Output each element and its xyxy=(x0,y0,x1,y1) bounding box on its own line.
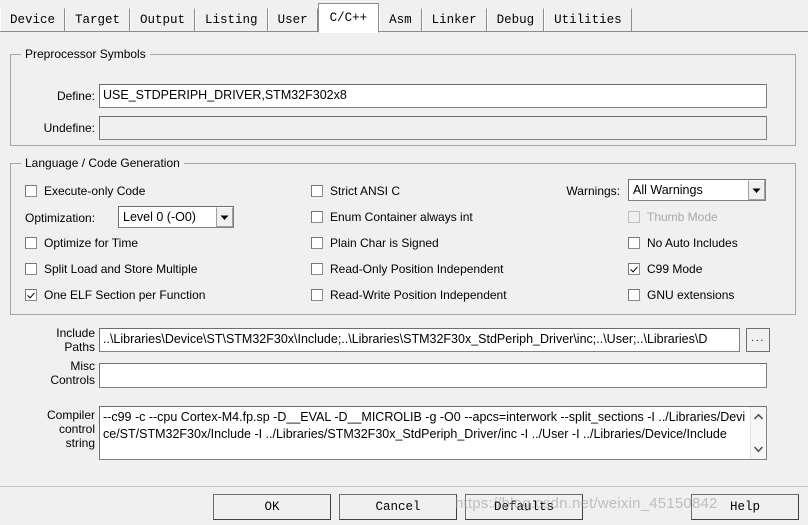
compiler-scrollbar[interactable] xyxy=(750,407,766,459)
checkbox-gnu-extensions[interactable]: GNU extensions xyxy=(628,288,734,302)
tab-asm[interactable]: Asm xyxy=(379,8,422,32)
chevron-down-icon[interactable] xyxy=(216,207,233,227)
checkbox-label: Strict ANSI C xyxy=(330,184,401,198)
scroll-down-icon[interactable] xyxy=(751,442,767,456)
include-paths-browse-button[interactable]: ... xyxy=(746,328,770,352)
checkbox-label: No Auto Includes xyxy=(647,236,738,250)
include-paths-label: Include Paths xyxy=(10,326,95,354)
warnings-combo-value: All Warnings xyxy=(633,183,703,197)
checkbox-label: Plain Char is Signed xyxy=(330,236,439,250)
checkbox-execute-only-code[interactable]: Execute-only Code xyxy=(25,184,145,198)
define-input[interactable]: USE_STDPERIPH_DRIVER,STM32F302x8 xyxy=(99,84,767,108)
chevron-down-icon[interactable] xyxy=(748,180,765,200)
checkbox-box xyxy=(628,211,640,223)
misc-controls-label-line1: Misc xyxy=(70,359,95,373)
checkbox-box xyxy=(311,289,323,301)
checkbox-thumb-mode: Thumb Mode xyxy=(628,210,718,224)
checkbox-box xyxy=(25,263,37,275)
checkbox-label: Optimize for Time xyxy=(44,236,139,250)
scroll-up-icon[interactable] xyxy=(751,410,767,424)
checkbox-label: Read-Only Position Independent xyxy=(330,262,504,276)
checkbox-box xyxy=(628,237,640,249)
compiler-label-line1: Compiler xyxy=(46,408,95,422)
tab-list: Device Target Output Listing User C/C++ Asm Lin… xyxy=(0,3,632,33)
checkbox-split-load-and-store-multiple[interactable]: Split Load and Store Multiple xyxy=(25,262,197,276)
tab-linker[interactable]: Linker xyxy=(421,8,487,32)
include-paths-input[interactable]: ..\Libraries\Device\ST\STM32F30x\Include… xyxy=(99,328,740,352)
undefine-label: Undefine: xyxy=(43,121,95,135)
checkbox-no-auto-includes[interactable]: No Auto Includes xyxy=(628,236,738,250)
checkbox-box xyxy=(25,185,37,197)
tab-utilities[interactable]: Utilities xyxy=(544,8,632,32)
compiler-control-string-label: Compiler control string xyxy=(10,408,95,450)
optimization-label: Optimization: xyxy=(25,211,96,225)
tab-target[interactable]: Target xyxy=(65,8,131,32)
checkbox-enum-container-always-int[interactable]: Enum Container always int xyxy=(311,210,473,224)
checkbox-label: Read-Write Position Independent xyxy=(330,288,507,302)
tab-listing[interactable]: Listing xyxy=(195,8,268,32)
help-button[interactable]: Help xyxy=(691,494,799,520)
language-group-title: Language / Code Generation xyxy=(21,156,184,170)
checkbox-box xyxy=(25,289,37,301)
checkbox-optimize-for-time[interactable]: Optimize for Time xyxy=(25,236,138,250)
checkbox-plain-char-is-signed[interactable]: Plain Char is Signed xyxy=(311,236,439,250)
include-paths-label-line1: Include xyxy=(56,326,95,340)
checkbox-box xyxy=(311,211,323,223)
checkbox-box xyxy=(25,237,37,249)
misc-controls-label: Misc Controls xyxy=(10,359,95,387)
checkbox-label: Execute-only Code xyxy=(44,184,146,198)
preprocessor-group-title: Preprocessor Symbols xyxy=(21,47,150,61)
include-paths-label-line2: Paths xyxy=(64,340,95,354)
tab-user[interactable]: User xyxy=(267,8,318,32)
checkbox-box xyxy=(628,289,640,301)
checkbox-label: Enum Container always int xyxy=(330,210,473,224)
checkbox-one-elf-section-per-function[interactable]: One ELF Section per Function xyxy=(25,288,205,302)
ok-button[interactable]: OK xyxy=(213,494,331,520)
checkbox-label: GNU extensions xyxy=(647,288,735,302)
optimization-combo[interactable]: Level 0 (-O0) xyxy=(118,206,234,228)
checkbox-label: Split Load and Store Multiple xyxy=(44,262,198,276)
compiler-control-string-text: --c99 -c --cpu Cortex-M4.fp.sp -D__EVAL … xyxy=(103,410,746,441)
warnings-label: Warnings: xyxy=(566,184,620,198)
undefine-input[interactable] xyxy=(99,116,767,140)
compiler-label-line3: string xyxy=(65,436,95,450)
checkbox-read-only-position-independent[interactable]: Read-Only Position Independent xyxy=(311,262,503,276)
checkbox-c99-mode[interactable]: C99 Mode xyxy=(628,262,702,276)
tab-device[interactable]: Device xyxy=(0,8,66,32)
tab-debug[interactable]: Debug xyxy=(486,8,545,32)
optimization-combo-value: Level 0 (-O0) xyxy=(123,210,196,224)
tab-strip: Device Target Output Listing User C/C++ Asm Lin… xyxy=(0,0,808,33)
define-label: Define: xyxy=(56,89,95,103)
checkbox-read-write-position-independent[interactable]: Read-Write Position Independent xyxy=(311,288,507,302)
checkbox-label: One ELF Section per Function xyxy=(44,288,206,302)
misc-controls-label-line2: Controls xyxy=(50,373,95,387)
checkbox-strict-ansi-c[interactable]: Strict ANSI C xyxy=(311,184,400,198)
tab-underline xyxy=(0,31,808,32)
misc-controls-input[interactable] xyxy=(99,363,767,388)
checkbox-box xyxy=(311,237,323,249)
checkbox-box xyxy=(311,263,323,275)
compiler-label-line2: control xyxy=(58,422,95,436)
warnings-combo[interactable]: All Warnings xyxy=(628,179,766,201)
checkbox-label: C99 Mode xyxy=(647,262,703,276)
checkbox-box xyxy=(628,263,640,275)
compiler-control-string-area[interactable]: --c99 -c --cpu Cortex-M4.fp.sp -D__EVAL … xyxy=(99,406,767,460)
button-bar-separator xyxy=(0,486,808,487)
cancel-button[interactable]: Cancel xyxy=(339,494,457,520)
checkbox-box xyxy=(311,185,323,197)
tab-output[interactable]: Output xyxy=(130,8,196,32)
tab-c-c[interactable]: C/C++ xyxy=(317,3,380,33)
defaults-button[interactable]: Defaults xyxy=(465,494,583,520)
checkbox-label: Thumb Mode xyxy=(647,210,718,224)
